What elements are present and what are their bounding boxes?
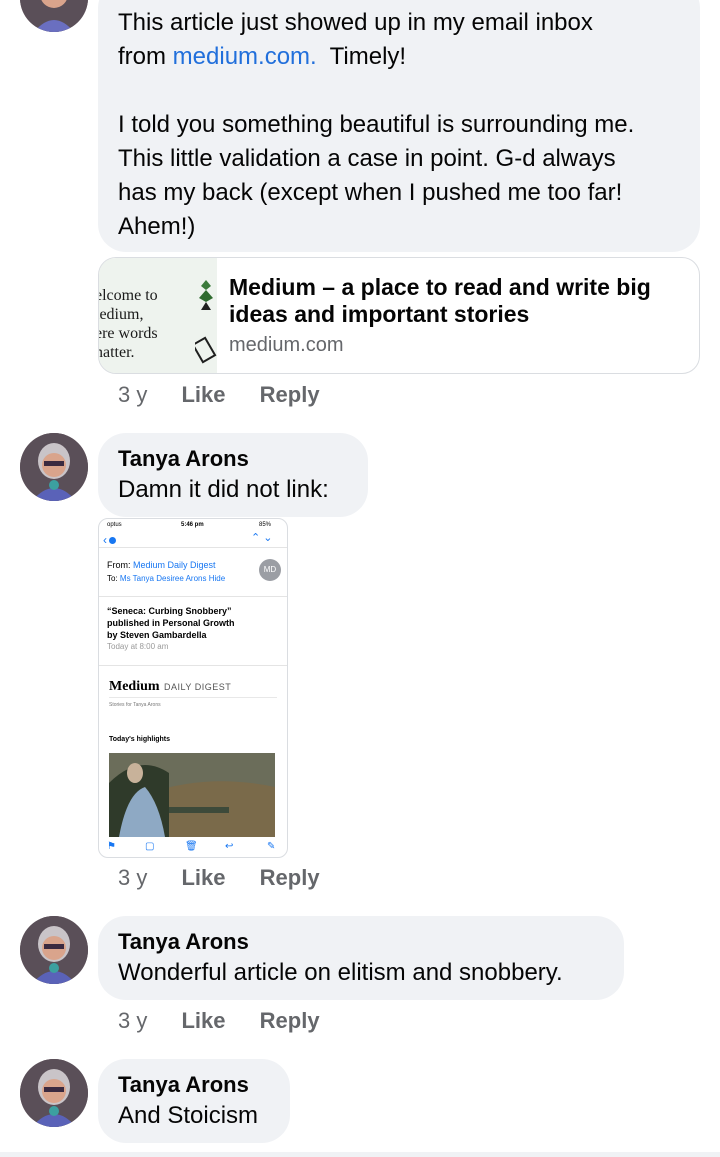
like-button[interactable]: Like <box>181 382 225 407</box>
thumb-text: ledium, <box>99 306 144 323</box>
compose-icon: ✎ <box>267 841 276 852</box>
comment-actions: 3 y Like Reply <box>118 865 348 891</box>
mail-toolbar: ⚑ ▢ 🗑 ↩ ✎ <box>99 839 287 857</box>
comment-line: Ahem!) <box>118 213 196 240</box>
stories-for-text: Stories for Tanya Arons <box>109 702 161 708</box>
comment-bubble: Tanya Arons And Stoicism <box>98 1059 290 1143</box>
comment-actions: 3 y Like Reply <box>118 1008 348 1034</box>
avatar-photo <box>20 1059 88 1127</box>
attached-screenshot-image[interactable]: optus 5:46 pm 85% ‹ ⌃ ⌄ From: Medium Dai… <box>98 518 288 858</box>
painting-image <box>109 753 275 837</box>
reply-icon: ↩ <box>225 841 234 852</box>
email-subject: by Steven Gambardella <box>107 630 207 640</box>
email-subject: “Seneca: Curbing Snobbery” <box>107 606 232 616</box>
trash-icon: 🗑 <box>185 841 198 852</box>
comment-line: This little validation a case in point. … <box>118 145 616 172</box>
sender-avatar: MD <box>259 559 281 581</box>
timestamp: 3 y <box>118 865 148 890</box>
comment-bubble: This article just showed up in my email … <box>98 0 700 252</box>
comment-line: This article just showed up in my email … <box>118 9 593 36</box>
to-value: Ms Tanya Desiree Arons <box>119 574 207 583</box>
comment-bubble: Tanya Arons Damn it did not link: <box>98 433 368 517</box>
link-preview-card[interactable]: elcome to ledium, ere words natter. Medi… <box>98 257 700 374</box>
from-value: Medium Daily Digest <box>133 560 216 570</box>
flag-icon: ⚑ <box>107 841 116 852</box>
avatar[interactable] <box>20 0 88 32</box>
comment-text: Damn it did not link: <box>118 476 329 503</box>
email-date: Today at 8:00 am <box>107 642 169 651</box>
comment-actions: 3 y Like Reply <box>118 382 348 408</box>
highlights-heading: Today's highlights <box>109 736 171 743</box>
from-label: From: <box>107 560 131 570</box>
comment-text: And Stoicism <box>118 1102 259 1129</box>
thumb-text: natter. <box>99 344 135 361</box>
text-segment: from <box>118 43 173 70</box>
reply-button[interactable]: Reply <box>260 382 320 407</box>
bottom-divider <box>0 1152 720 1157</box>
status-carrier: optus <box>107 522 122 528</box>
reply-button[interactable]: Reply <box>260 1008 320 1033</box>
comment-author[interactable]: Tanya Arons <box>118 928 604 956</box>
avatar[interactable] <box>20 1059 88 1127</box>
avatar-photo <box>20 433 88 501</box>
folder-icon: ▢ <box>145 841 155 852</box>
status-time: 5:46 pm <box>181 522 204 528</box>
digest-label: DAILY DIGEST <box>164 682 232 692</box>
reply-button[interactable]: Reply <box>260 865 320 890</box>
hide-link: Hide <box>208 574 226 583</box>
comment-text: This article just showed up in my email … <box>118 6 634 244</box>
back-icon: ‹ <box>103 533 116 547</box>
comment-text: Wonderful article on elitism and snobber… <box>118 959 563 986</box>
email-subject: published in Personal Growth <box>107 618 235 628</box>
timestamp: 3 y <box>118 1008 148 1033</box>
comment-bubble: Tanya Arons Wonderful article on elitism… <box>98 916 624 1000</box>
timestamp: 3 y <box>118 382 148 407</box>
comment-author[interactable]: Tanya Arons <box>118 445 348 473</box>
avatar-photo <box>20 916 88 984</box>
comment-line: has my back (except when I pushed me too… <box>118 179 623 206</box>
comment-author[interactable]: Tanya Arons <box>118 1071 270 1099</box>
avatar[interactable] <box>20 433 88 501</box>
comment-line: I told you something beautiful is surrou… <box>118 111 635 138</box>
text-segment: Timely! <box>316 43 407 70</box>
link-preview-title: ideas and important stories <box>229 301 530 327</box>
comment-line: from medium.com. Timely! <box>118 40 634 74</box>
link-preview-domain: medium.com <box>229 334 344 356</box>
chevron-up-down-icon: ⌃ ⌄ <box>251 532 273 544</box>
avatar[interactable] <box>20 916 88 984</box>
status-battery: 85% <box>259 522 272 528</box>
thumb-text: ere words <box>99 325 158 342</box>
thumb-text: elcome to <box>99 287 158 304</box>
avatar-photo <box>20 0 88 32</box>
link-preview-thumbnail: elcome to ledium, ere words natter. <box>99 258 217 373</box>
to-label: To: <box>107 574 118 583</box>
link-preview-title: Medium – a place to read and write big <box>229 274 651 300</box>
medium-logo: Medium <box>109 679 160 694</box>
plant-illustration-icon <box>195 280 217 364</box>
inline-link[interactable]: medium.com. <box>173 43 317 70</box>
like-button[interactable]: Like <box>181 1008 225 1033</box>
like-button[interactable]: Like <box>181 865 225 890</box>
